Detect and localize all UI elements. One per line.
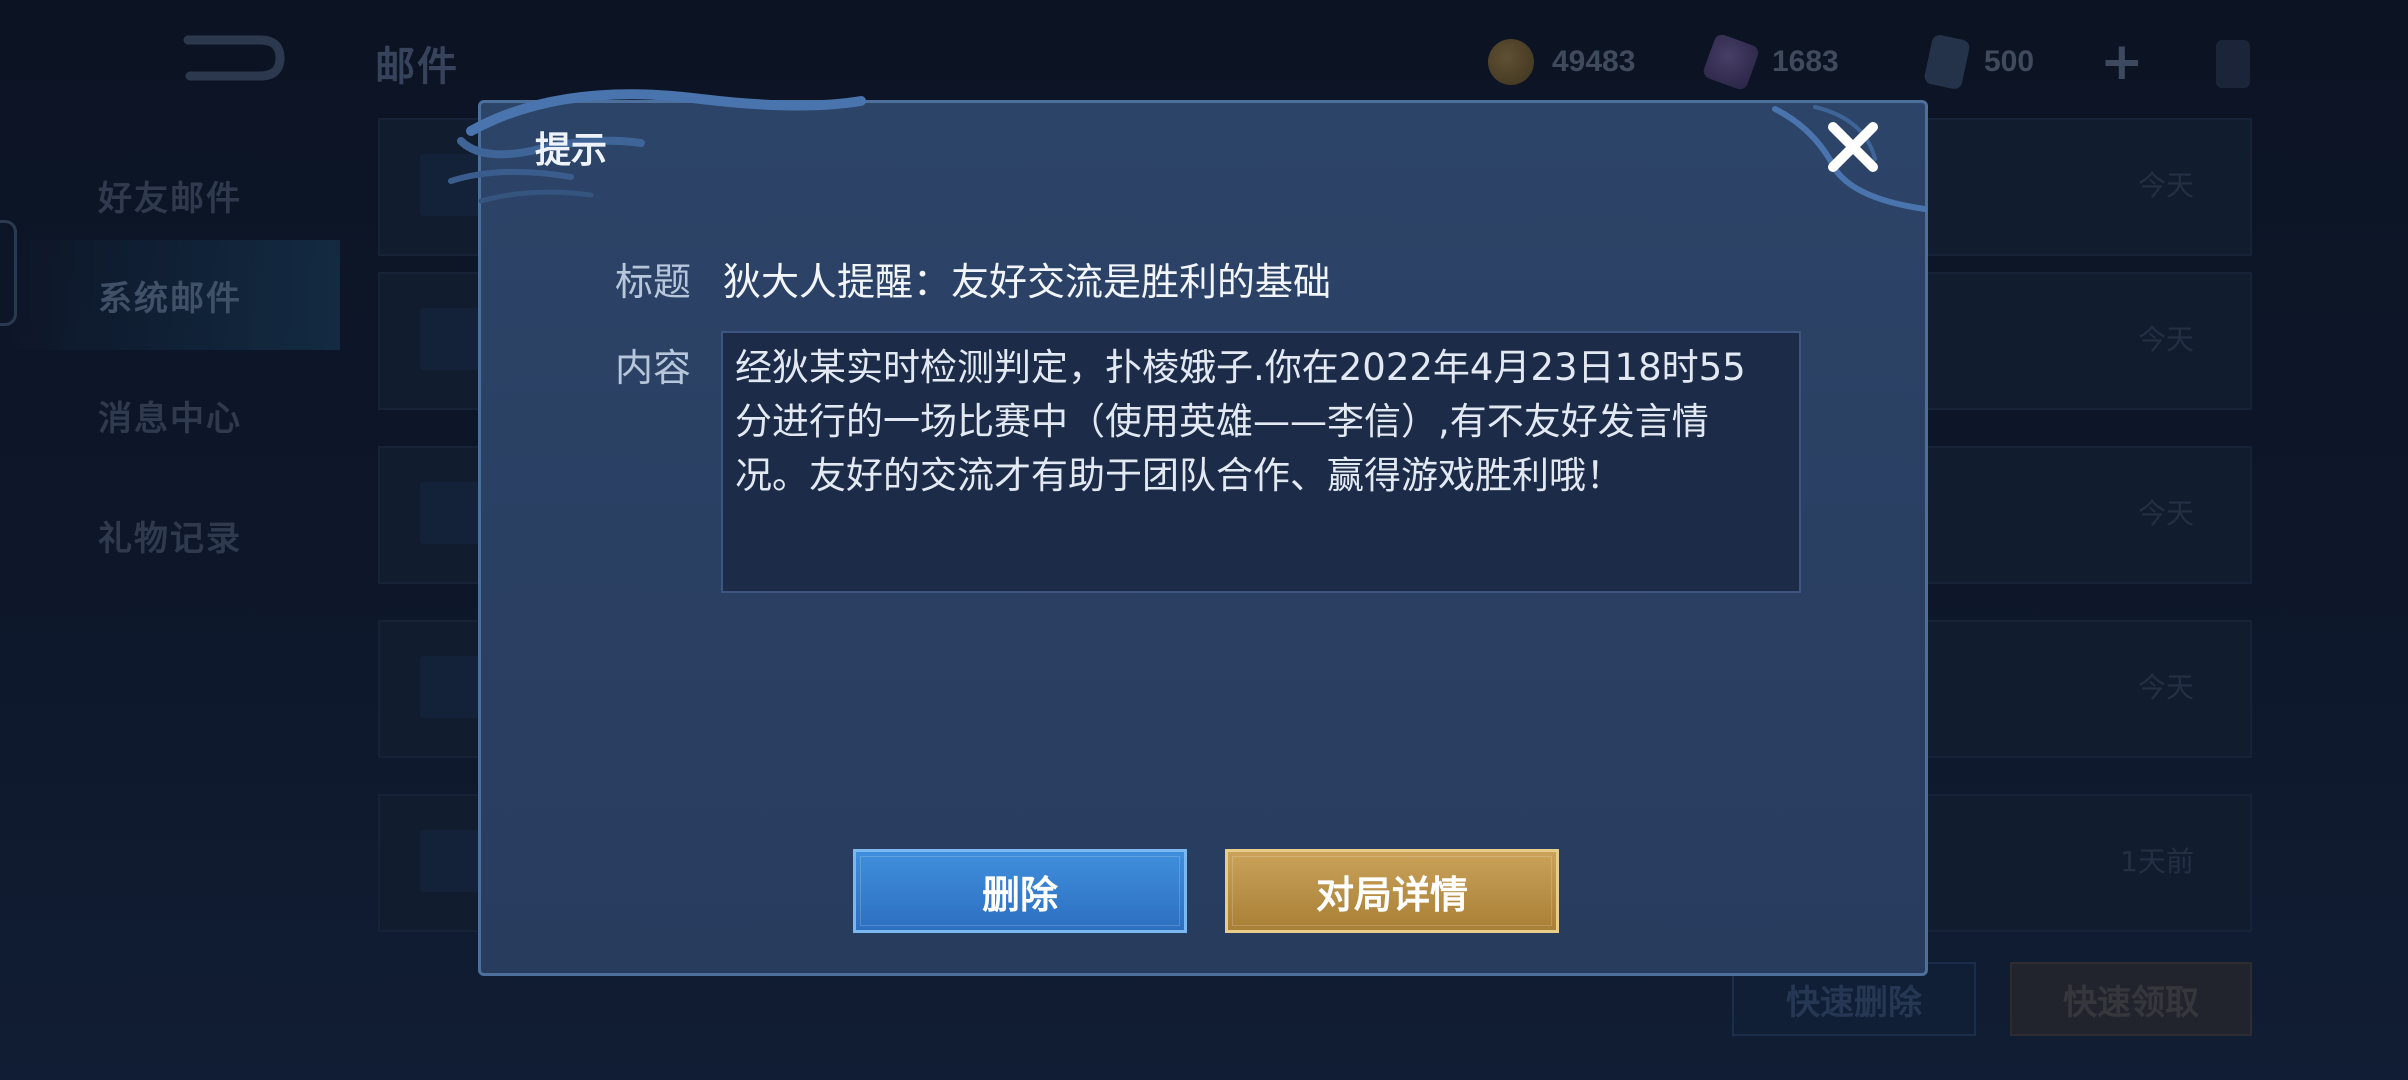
mail-content: 经狄某实时检测判定，扑棱娥子.你在2022年4月23日18时55 分进行的一场比… bbox=[721, 331, 1801, 593]
match-details-button[interactable]: 对局详情 bbox=[1225, 849, 1559, 933]
content-line: 经狄某实时检测判定，扑棱娥子.你在2022年4月23日18时55 bbox=[735, 346, 1746, 389]
delete-button[interactable]: 删除 bbox=[853, 849, 1187, 933]
close-icon bbox=[1828, 122, 1878, 172]
subject-label: 标题 bbox=[615, 260, 692, 304]
dialog-ornament-left bbox=[448, 89, 866, 204]
mail-subject: 狄大人提醒：友好交流是胜利的基础 bbox=[723, 260, 1332, 304]
dialog-title: 提示 bbox=[535, 130, 608, 171]
notice-dialog: 提示 标题 狄大人提醒：友好交流是胜利的基础 内容 经狄某实时检测判定，扑棱娥子… bbox=[448, 89, 1928, 976]
content-line: 况。友好的交流才有助于团队合作、赢得游戏胜利哦！ bbox=[735, 454, 1623, 497]
content-label: 内容 bbox=[615, 346, 692, 390]
close-button[interactable] bbox=[1817, 111, 1889, 183]
content-line: 分进行的一场比赛中（使用英雄——李信）,有不友好发言情 bbox=[735, 400, 1709, 443]
